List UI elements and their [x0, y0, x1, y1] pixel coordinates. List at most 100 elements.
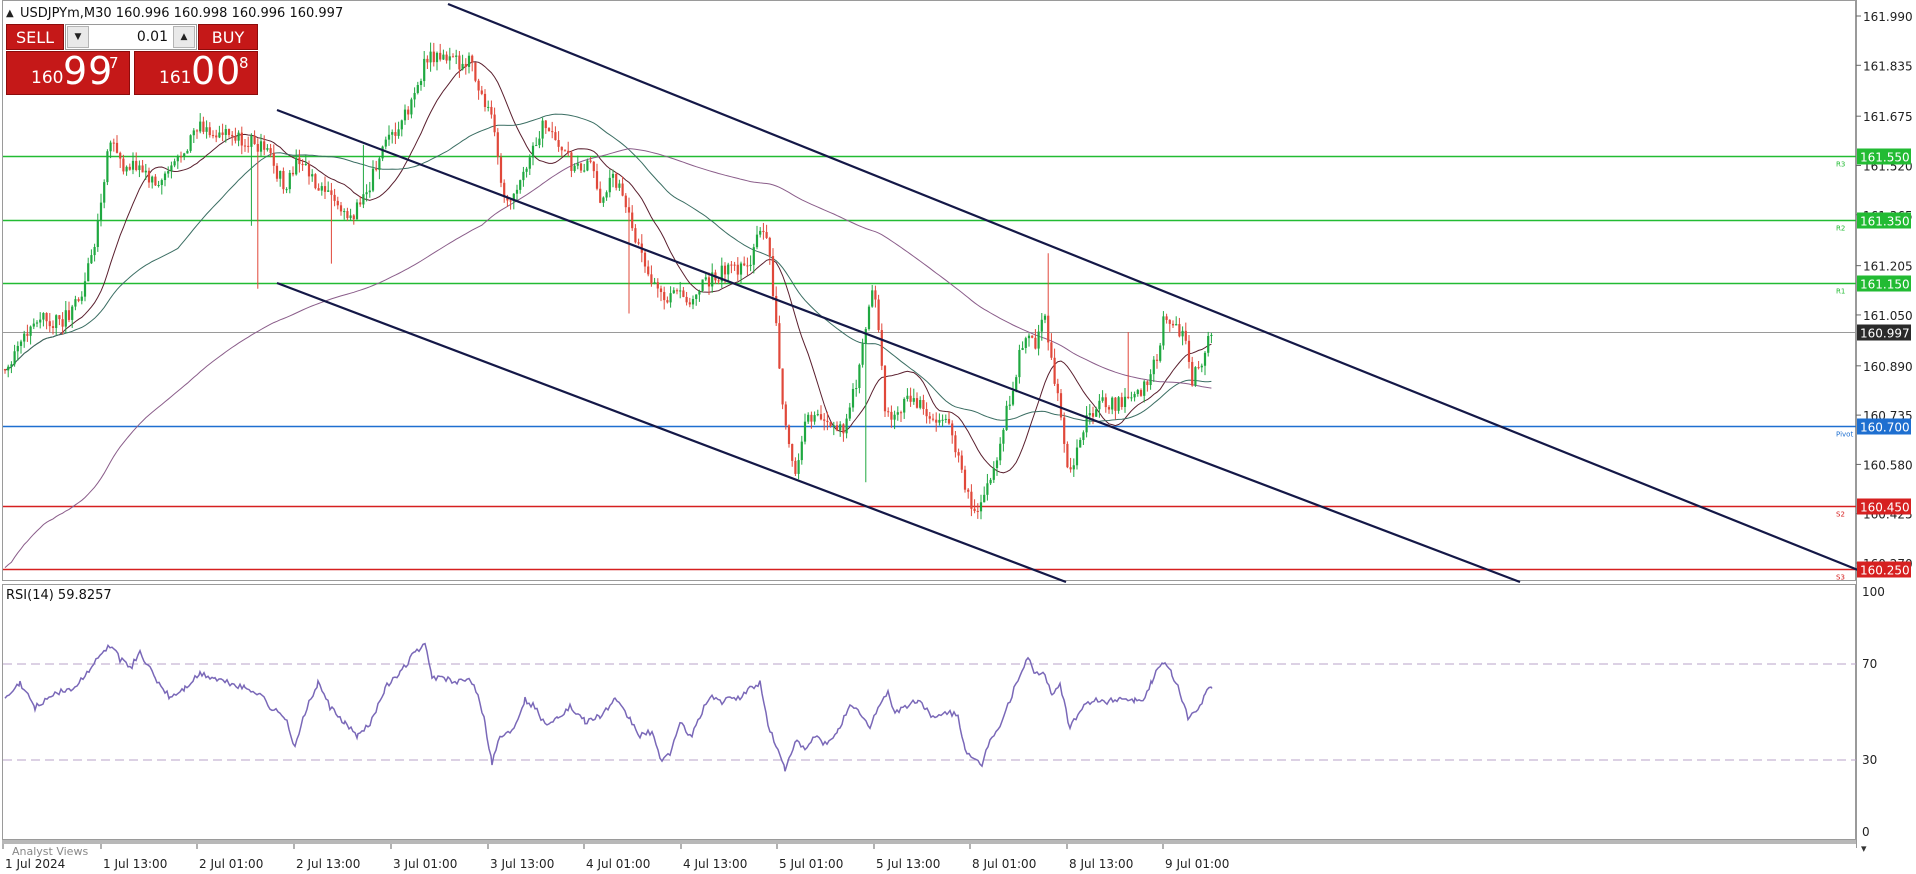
candle	[355, 199, 359, 220]
buy-button[interactable]: BUY	[198, 24, 258, 50]
header-arrow-icon[interactable]: ▲	[6, 8, 14, 19]
candle	[279, 170, 282, 187]
candle	[1008, 395, 1011, 410]
time-axis-label: 5 Jul 13:00	[876, 857, 940, 871]
scroll-down-icon[interactable]: ▾	[1861, 842, 1867, 855]
lot-size-input[interactable]	[92, 27, 168, 47]
candle	[1005, 400, 1008, 431]
candle	[154, 174, 157, 187]
channel-line[interactable]	[276, 108, 1521, 584]
ma-mid-line	[4, 113, 1212, 422]
candle	[567, 141, 570, 157]
candle	[615, 172, 618, 191]
lot-size-control: ▼ ▲	[65, 24, 197, 50]
candle	[1050, 333, 1053, 360]
trend-channel[interactable]	[276, 2, 1859, 584]
candle	[263, 135, 266, 156]
candle	[227, 128, 231, 138]
chart-area[interactable]: 161.990161.835161.675161.520161.365161.2…	[0, 0, 1916, 874]
candle	[928, 411, 931, 424]
candle	[1027, 333, 1031, 347]
candle	[688, 297, 691, 308]
price-tick-label: 161.205	[1863, 260, 1913, 274]
candle	[467, 52, 471, 74]
candle	[535, 137, 538, 147]
candle	[1197, 360, 1200, 370]
rsi-axis: 100 70 30 0	[1862, 585, 1885, 839]
candle	[1171, 320, 1175, 328]
candle	[691, 295, 695, 310]
candle	[685, 291, 688, 306]
candle	[586, 158, 589, 172]
candle	[967, 488, 970, 499]
candle	[39, 312, 42, 329]
candle	[1085, 406, 1088, 438]
candle	[231, 131, 234, 146]
candle	[314, 173, 317, 190]
candle	[784, 401, 787, 430]
candle	[1210, 332, 1213, 344]
buy-price-button[interactable]: 161 00 8	[134, 49, 258, 95]
candle	[896, 406, 899, 421]
candle	[74, 295, 77, 311]
sell-price-button[interactable]: 160 99 7	[6, 49, 130, 95]
candle	[131, 152, 135, 175]
candle	[474, 62, 477, 83]
candle	[727, 262, 730, 281]
candle	[941, 414, 944, 427]
candle	[899, 410, 903, 422]
lot-decrease-button[interactable]: ▼	[67, 26, 89, 48]
candle	[803, 413, 807, 445]
sell-button[interactable]: SELL	[6, 24, 64, 50]
candle	[1066, 441, 1069, 469]
candle	[259, 133, 263, 157]
candle	[103, 179, 106, 209]
candle	[979, 494, 983, 520]
candle	[599, 181, 602, 204]
candle	[848, 402, 851, 421]
candle	[595, 163, 599, 191]
candle	[1056, 378, 1059, 402]
rsi-axis-label: 30	[1862, 753, 1877, 767]
candle	[695, 294, 698, 306]
price-tick-label: 160.890	[1863, 360, 1913, 374]
candle	[90, 249, 93, 264]
candle	[119, 151, 122, 168]
candle	[1149, 369, 1152, 390]
candle	[755, 225, 759, 250]
candle	[1117, 396, 1120, 414]
candle	[976, 503, 979, 519]
candle	[944, 414, 947, 423]
candle	[16, 341, 19, 361]
level-price-label: 160.250	[1860, 564, 1910, 578]
rsi-indicator	[3, 642, 1856, 772]
candle	[583, 163, 586, 173]
candle	[352, 214, 355, 225]
time-axis-label: 9 Jul 01:00	[1165, 857, 1229, 871]
candle	[1136, 388, 1139, 397]
channel-line[interactable]	[276, 281, 1067, 584]
candle	[922, 394, 925, 415]
candle	[275, 163, 279, 182]
candle	[410, 97, 413, 119]
candle	[1011, 381, 1015, 407]
candle	[1178, 317, 1181, 338]
candle	[1114, 397, 1117, 420]
candle	[55, 314, 58, 335]
candle	[167, 166, 170, 178]
lot-increase-button[interactable]: ▲	[173, 26, 195, 48]
candle	[346, 207, 349, 221]
rsi-axis-label: 70	[1862, 657, 1877, 671]
channel-line[interactable]	[447, 2, 1859, 572]
level-price-label: 161.550	[1860, 151, 1910, 165]
candle	[218, 125, 221, 139]
time-axis-label: 2 Jul 13:00	[296, 857, 360, 871]
time-axis-label: 5 Jul 01:00	[779, 857, 843, 871]
candle	[138, 160, 141, 178]
candle	[247, 136, 250, 153]
candle	[272, 144, 275, 174]
candle	[298, 149, 301, 173]
candle	[1175, 316, 1178, 326]
candle	[1079, 437, 1082, 448]
candle	[992, 461, 995, 483]
